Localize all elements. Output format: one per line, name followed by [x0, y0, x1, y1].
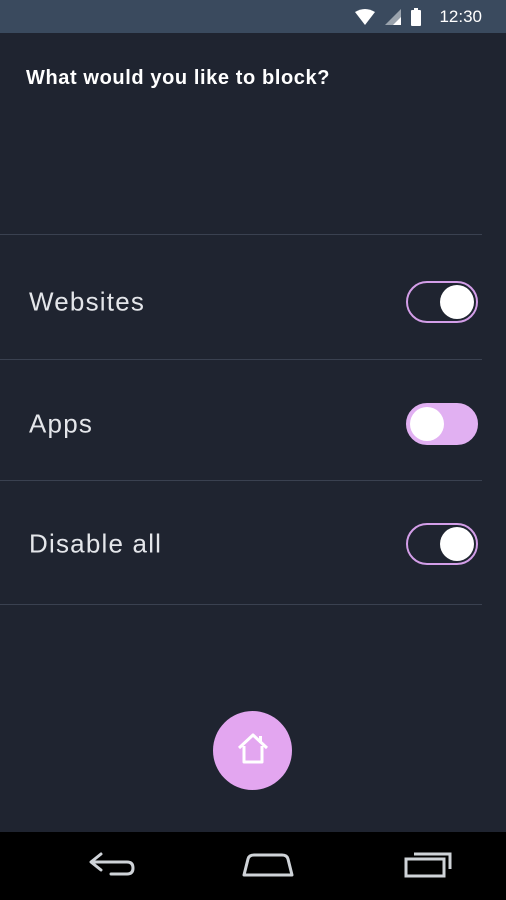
back-button[interactable]	[82, 846, 142, 886]
system-nav-bar	[0, 832, 506, 900]
option-row-disable-all: Disable all	[0, 484, 506, 604]
recent-apps-icon	[402, 849, 454, 884]
page-title: What would you like to block?	[26, 67, 331, 89]
option-row-apps: Apps	[0, 364, 506, 484]
option-label-apps: Apps	[29, 408, 94, 439]
divider	[0, 604, 482, 605]
option-row-websites: Websites	[0, 242, 506, 362]
toggle-knob	[410, 407, 444, 441]
disable-all-toggle[interactable]	[406, 523, 478, 565]
back-icon	[87, 850, 137, 883]
home-fab-button[interactable]	[213, 711, 292, 790]
divider	[0, 234, 482, 235]
home-nav-icon	[240, 849, 296, 884]
toggle-knob	[440, 527, 474, 561]
apps-toggle[interactable]	[406, 403, 478, 445]
option-label-websites: Websites	[29, 286, 146, 317]
toggle-knob	[440, 285, 474, 319]
battery-icon	[411, 7, 422, 26]
home-nav-button[interactable]	[238, 846, 298, 886]
wifi-icon	[355, 8, 376, 25]
status-time: 12:30	[439, 6, 482, 26]
option-label-disable-all: Disable all	[29, 528, 163, 559]
divider	[0, 359, 482, 360]
status-bar: 12:30	[0, 0, 506, 33]
websites-toggle[interactable]	[406, 281, 478, 323]
cell-signal-icon	[385, 8, 402, 25]
home-icon	[235, 731, 271, 770]
divider	[0, 480, 482, 481]
recent-apps-button[interactable]	[398, 846, 458, 886]
